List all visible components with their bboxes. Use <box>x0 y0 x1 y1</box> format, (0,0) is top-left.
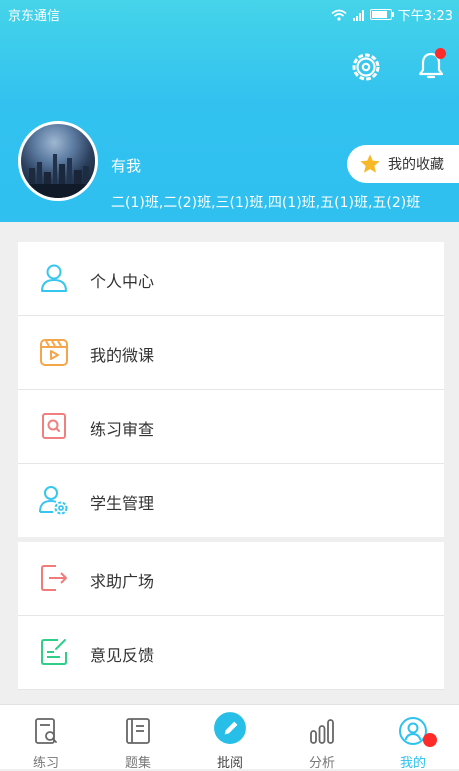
clock: 下午3:23 <box>397 9 453 24</box>
menu-item-my-microlessons[interactable]: 我的微课 <box>18 316 444 390</box>
menu-card-primary: 个人中心 我的微课 练习审查 学生管理 <box>18 242 444 537</box>
favorites-label: 我的收藏 <box>388 157 444 173</box>
settings-gear-icon[interactable] <box>351 52 381 82</box>
exit-arrow-icon <box>41 565 67 591</box>
avatar[interactable] <box>18 121 98 201</box>
status-bar: 京东通信 下午3:23 <box>0 0 459 26</box>
tab-mine[interactable]: 我的 <box>367 705 459 771</box>
system-indicators: 下午3:23 <box>331 5 453 24</box>
menu-item-feedback[interactable]: 意见反馈 <box>18 616 444 690</box>
notification-bell-icon[interactable] <box>415 48 447 83</box>
battery-icon <box>369 9 394 20</box>
menu-item-help-square[interactable]: 求助广场 <box>18 542 444 616</box>
bottom-tab-bar: 练习 题集 批阅 分析 我的 <box>0 704 459 771</box>
username: 有我 <box>111 157 142 175</box>
person-gear-icon <box>39 486 68 515</box>
favorites-button[interactable]: 我的收藏 <box>347 145 459 183</box>
practice-icon <box>35 718 57 744</box>
signal-icon <box>352 9 364 21</box>
star-icon <box>360 154 380 173</box>
book-icon <box>126 718 150 744</box>
tab-practice[interactable]: 练习 <box>0 705 92 771</box>
menu-item-personal-center[interactable]: 个人中心 <box>18 242 444 316</box>
menu-item-practice-review[interactable]: 练习审查 <box>18 390 444 464</box>
menu-label: 练习审查 <box>90 420 155 439</box>
tab-label: 练习 <box>32 756 59 771</box>
person-icon <box>41 264 67 292</box>
menu-label: 个人中心 <box>90 272 155 291</box>
pencil-icon <box>214 712 246 744</box>
search-document-icon <box>42 413 66 439</box>
notification-dot <box>423 733 437 747</box>
menu-item-student-management[interactable]: 学生管理 <box>18 464 444 537</box>
tab-label: 题集 <box>124 756 151 771</box>
menu-label: 意见反馈 <box>90 646 155 665</box>
menu-label: 求助广场 <box>90 572 155 591</box>
tab-label: 我的 <box>399 756 426 771</box>
tab-analysis[interactable]: 分析 <box>276 705 368 771</box>
tab-label: 批阅 <box>216 756 243 771</box>
video-clapper-icon <box>40 339 68 366</box>
edit-note-icon <box>41 639 67 665</box>
class-list: 二(1)班,二(2)班,三(1)班,四(1)班,五(1)班,五(2)班 <box>111 195 421 211</box>
menu-label: 学生管理 <box>90 494 155 513</box>
profile-header: 京东通信 下午3:23 有我 二(1)班,二(2)班,三(1)班,四(1)班,五… <box>0 0 459 222</box>
menu-card-secondary: 求助广场 意见反馈 <box>18 542 444 690</box>
tab-question-sets[interactable]: 题集 <box>92 705 184 771</box>
analysis-icon <box>310 719 334 744</box>
wifi-icon <box>331 9 347 21</box>
menu-label: 我的微课 <box>90 346 155 365</box>
carrier-label: 京东通信 <box>8 9 61 24</box>
tab-grading[interactable]: 批阅 <box>184 705 276 771</box>
notification-dot <box>435 48 446 59</box>
tab-label: 分析 <box>308 756 335 771</box>
